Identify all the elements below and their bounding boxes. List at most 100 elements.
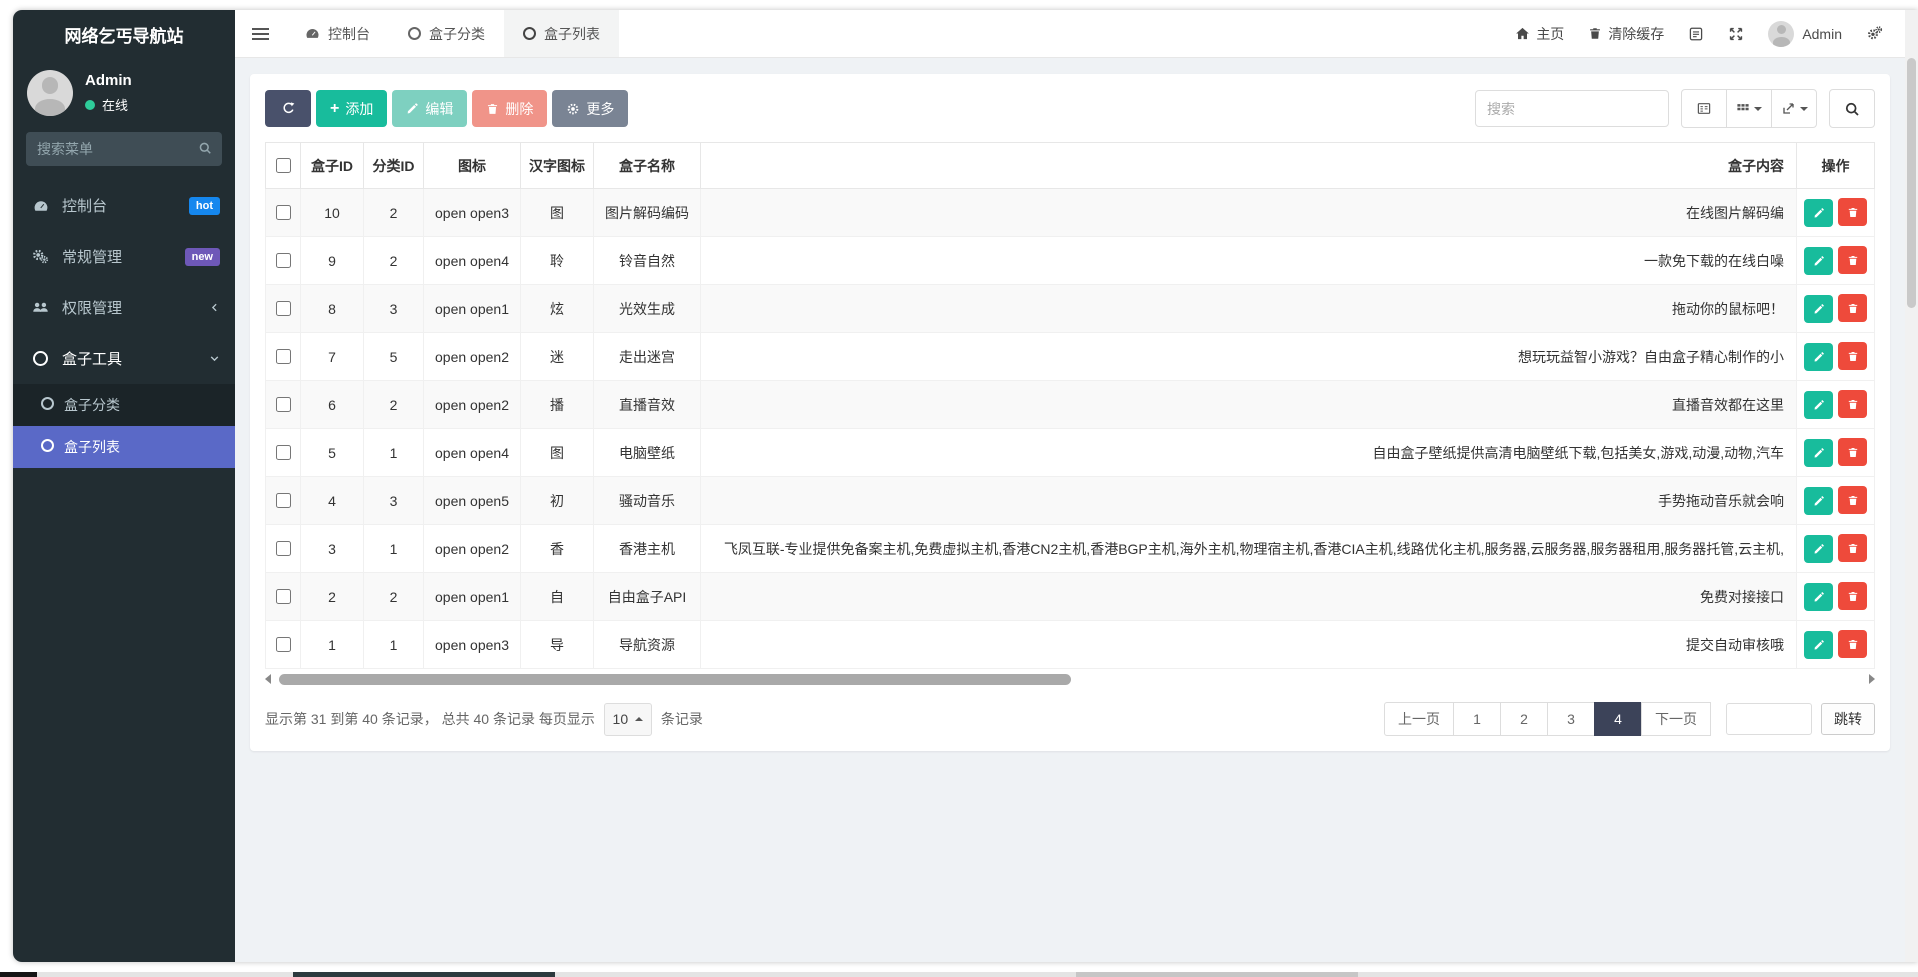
refresh-button[interactable] [265, 90, 311, 127]
home-icon [1515, 26, 1530, 41]
sidebar-menu: 控制台 hot 常规管理 new 权限管理 [13, 180, 235, 962]
cell-name: 自由盒子API [594, 573, 701, 621]
circle-icon [28, 351, 53, 366]
col-box-id: 盒子ID [301, 143, 364, 189]
row-checkbox[interactable] [276, 253, 291, 268]
tab-box-list[interactable]: 盒子列表 [504, 10, 619, 57]
row-delete-button[interactable] [1838, 390, 1867, 418]
scroll-left-icon[interactable] [265, 674, 271, 684]
sidebar-item-box-list[interactable]: 盒子列表 [13, 426, 235, 468]
table-search-input[interactable] [1475, 90, 1669, 127]
row-delete-button[interactable] [1838, 630, 1867, 658]
page-button-2[interactable]: 2 [1500, 702, 1548, 736]
cell-cn-icon: 播 [521, 381, 594, 429]
sidebar-item-general[interactable]: 常规管理 new [13, 231, 235, 282]
row-delete-button[interactable] [1838, 486, 1867, 514]
circle-icon [41, 397, 54, 413]
toggle-view-button[interactable] [1681, 89, 1727, 128]
row-checkbox[interactable] [276, 589, 291, 604]
row-checkbox[interactable] [276, 541, 291, 556]
row-edit-button[interactable] [1804, 535, 1833, 563]
clear-cache-link[interactable]: 清除缓存 [1588, 24, 1664, 44]
cell-icon: open open3 [424, 189, 521, 237]
row-edit-button[interactable] [1804, 439, 1833, 467]
next-page-button[interactable]: 下一页 [1641, 702, 1711, 736]
row-edit-button[interactable] [1804, 631, 1833, 659]
horizontal-scrollbar[interactable] [265, 672, 1875, 686]
row-checkbox[interactable] [276, 637, 291, 652]
tab-box-category[interactable]: 盒子分类 [389, 10, 504, 57]
row-checkbox[interactable] [276, 349, 291, 364]
row-delete-button[interactable] [1838, 582, 1867, 610]
scroll-right-icon[interactable] [1869, 674, 1875, 684]
language-icon[interactable] [1688, 26, 1704, 42]
user-menu[interactable]: Admin [1768, 21, 1842, 47]
row-delete-button[interactable] [1838, 342, 1867, 370]
sidebar-item-box-tools[interactable]: 盒子工具 [13, 333, 235, 384]
jump-page-input[interactable] [1726, 703, 1812, 735]
delete-button[interactable]: 删除 [472, 90, 547, 127]
row-edit-button[interactable] [1804, 391, 1833, 419]
sidebar-toggle-icon[interactable] [235, 10, 286, 57]
cell-icon: open open2 [424, 333, 521, 381]
cell-cat-id: 5 [364, 333, 424, 381]
trash-icon [1847, 494, 1859, 507]
row-checkbox[interactable] [276, 445, 291, 460]
page-button-3[interactable]: 3 [1547, 702, 1595, 736]
row-delete-button[interactable] [1838, 198, 1867, 226]
row-select-cell [266, 477, 301, 525]
cell-cat-id: 1 [364, 621, 424, 669]
pagination-row: 显示第 31 到第 40 条记录， 总共 40 条记录 每页显示 10 条记录 … [265, 702, 1875, 736]
row-edit-button[interactable] [1804, 487, 1833, 515]
trash-icon [1847, 590, 1859, 603]
scrollbar-thumb[interactable] [279, 674, 1071, 685]
prev-page-button[interactable]: 上一页 [1384, 702, 1454, 736]
settings-gears-icon[interactable] [1866, 25, 1883, 42]
jump-button[interactable]: 跳转 [1821, 703, 1875, 735]
row-delete-button[interactable] [1838, 294, 1867, 322]
more-button[interactable]: 更多 [552, 90, 628, 127]
row-edit-button[interactable] [1804, 247, 1833, 275]
row-delete-button[interactable] [1838, 438, 1867, 466]
row-checkbox[interactable] [276, 301, 291, 316]
row-delete-button[interactable] [1838, 246, 1867, 274]
select-all-checkbox[interactable] [276, 158, 291, 173]
sidebar-item-label: 盒子工具 [62, 348, 122, 369]
menu-search-input[interactable] [26, 132, 222, 166]
tab-console[interactable]: 控制台 [286, 10, 389, 57]
export-button[interactable] [1771, 89, 1817, 128]
page-scrollbar-thumb[interactable] [1907, 58, 1916, 308]
table-wrapper: 盒子ID 分类ID 图标 汉字图标 盒子名称 盒子内容 操作 102open o… [265, 142, 1875, 669]
page-scrollbar[interactable] [1905, 10, 1918, 962]
cell-actions [1797, 429, 1875, 477]
page-button-1[interactable]: 1 [1453, 702, 1501, 736]
row-delete-button[interactable] [1838, 534, 1867, 562]
cell-name: 图片解码编码 [594, 189, 701, 237]
sidebar-submenu: 盒子分类 盒子列表 [13, 384, 235, 468]
columns-button[interactable] [1726, 89, 1772, 128]
page-size-select[interactable]: 10 [604, 703, 652, 736]
cell-cn-icon: 聆 [521, 237, 594, 285]
page-button-4[interactable]: 4 [1594, 702, 1642, 736]
sidebar-item-box-category[interactable]: 盒子分类 [13, 384, 235, 426]
row-edit-button[interactable] [1804, 295, 1833, 323]
home-link[interactable]: 主页 [1515, 24, 1564, 44]
row-checkbox[interactable] [276, 205, 291, 220]
row-edit-button[interactable] [1804, 199, 1833, 227]
search-button[interactable] [1829, 89, 1875, 128]
fullscreen-icon[interactable] [1728, 26, 1744, 42]
add-button[interactable]: + 添加 [316, 90, 387, 127]
row-checkbox[interactable] [276, 397, 291, 412]
sidebar-item-permissions[interactable]: 权限管理 [13, 282, 235, 333]
cell-box-id: 10 [301, 189, 364, 237]
row-edit-button[interactable] [1804, 583, 1833, 611]
sidebar-item-console[interactable]: 控制台 hot [13, 180, 235, 231]
trash-icon [1847, 398, 1859, 411]
circle-icon [523, 27, 536, 40]
edit-button[interactable]: 编辑 [392, 90, 467, 127]
clear-cache-label: 清除缓存 [1608, 24, 1664, 44]
row-checkbox[interactable] [276, 493, 291, 508]
pagination-info-left: 显示第 31 到第 40 条记录， 总共 40 条记录 每页显示 [265, 709, 595, 729]
row-edit-button[interactable] [1804, 343, 1833, 371]
cell-name: 走出迷宫 [594, 333, 701, 381]
